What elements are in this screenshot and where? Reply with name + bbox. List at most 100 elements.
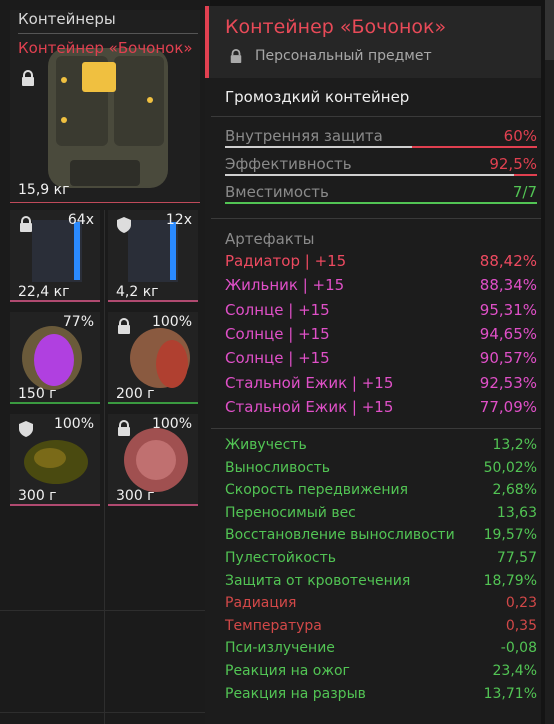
item-type: Громоздкий контейнер [225, 88, 410, 106]
property-row: Вместимость 7/7 [225, 183, 537, 201]
artifact-name: Солнце | +15 [225, 300, 330, 319]
title-separator [18, 33, 198, 34]
slot-underline [108, 504, 198, 506]
slot-count: 64x [67, 212, 94, 228]
slot-underline [108, 300, 198, 302]
slot-weight: 300 г [116, 488, 155, 504]
stat-row: Восстановление выносливости 19,57% [225, 527, 537, 543]
artifact-row: Солнце | +15 95,31% [225, 301, 537, 319]
stat-value: 18,79% [483, 572, 537, 589]
artifact-slot[interactable]: 100% 300 г [10, 414, 100, 506]
slot-weight: 4,2 кг [116, 284, 159, 300]
property-bar [225, 202, 537, 204]
property-row: Эффективность 92,5% [225, 155, 537, 173]
artifact-row: Солнце | +15 90,57% [225, 349, 537, 367]
stat-row: Пулестойкость 77,57 [225, 550, 537, 566]
slot-count: 100% [151, 314, 192, 330]
stat-name: Пси-излучение [225, 640, 335, 657]
stat-row: Выносливость 50,02% [225, 460, 537, 476]
artifact-name: Стальной Ежик | +15 [225, 373, 394, 392]
property-bar-rest [513, 174, 537, 176]
grid-divider [0, 712, 210, 713]
stat-value: 50,02% [483, 459, 537, 476]
lock-icon [20, 216, 32, 232]
selected-container-slot[interactable]: Контейнеры Контейнер «Бочонок» 15,9 кг [10, 10, 200, 203]
stat-row: Живучесть 13,2% [225, 437, 537, 453]
slot-count: 77% [62, 314, 94, 330]
shield-icon [19, 421, 33, 437]
artifact-name: Радиатор | +15 [225, 252, 347, 270]
artifact-name: Солнце | +15 [225, 349, 330, 368]
tooltip-title: Контейнер «Бочонок» [225, 16, 447, 38]
property-bar-rest [412, 146, 537, 148]
artifact-row: Радиатор | +15 88,42% [225, 252, 537, 270]
scrollbar-thumb[interactable] [545, 0, 554, 60]
stat-name: Реакция на разрыв [225, 685, 366, 702]
divider [211, 116, 541, 117]
artifact-row: Стальной Ежик | +15 92,53% [225, 374, 537, 392]
artifact-value: 88,34% [479, 276, 537, 295]
stat-value: 0,23 [505, 595, 537, 612]
lock-icon [118, 420, 130, 436]
stat-value: 13,2% [492, 437, 537, 453]
property-bar-fill [225, 146, 413, 148]
stat-row: Радиация 0,23 [225, 595, 537, 611]
property-bar [225, 174, 537, 176]
property-name: Внутренняя защита [225, 127, 383, 145]
stat-value: 0,35 [505, 617, 537, 634]
artifact-name: Жильник | +15 [225, 276, 345, 295]
stat-name: Скорость передвижения [225, 482, 408, 499]
lock-icon [230, 49, 242, 63]
stat-name: Живучесть [225, 437, 307, 453]
slot-count: 100% [151, 416, 192, 432]
stat-name: Восстановление выносливости [225, 527, 455, 544]
section-title: Контейнеры [18, 10, 116, 28]
artifact-row: Жильник | +15 88,34% [225, 276, 537, 294]
stat-name: Защита от кровотечения [225, 572, 411, 589]
lock-icon [22, 70, 34, 86]
artifact-slot[interactable]: 77% 150 г [10, 312, 100, 404]
container-slot[interactable]: 12x 4,2 кг [108, 210, 198, 302]
item-tooltip: Контейнер «Бочонок» Персональный предмет… [205, 6, 541, 724]
artifact-value: 88,42% [479, 252, 537, 270]
stat-value: 77,57 [496, 550, 537, 566]
property-bar-fill [225, 174, 514, 176]
selected-container-name: Контейнер «Бочонок» [18, 39, 193, 57]
artifact-slot[interactable]: 100% 300 г [108, 414, 198, 506]
inventory-panel: Контейнеры Контейнер «Бочонок» 15,9 кг 6… [0, 0, 210, 724]
tooltip-subtitle: Персональный предмет [255, 48, 432, 64]
property-name: Эффективность [225, 155, 352, 173]
stat-name: Реакция на ожог [225, 663, 350, 679]
divider [211, 218, 541, 219]
artifact-row: Солнце | +15 94,65% [225, 325, 537, 343]
slot-weight: 150 г [18, 386, 57, 402]
artifact-slot[interactable]: 100% 200 г [108, 312, 198, 404]
slot-count: 100% [53, 416, 94, 432]
container-slot[interactable]: 64x 22,4 кг [10, 210, 100, 302]
grid-divider [0, 610, 210, 611]
stat-row: Реакция на разрыв 13,71% [225, 686, 537, 702]
stat-value: -0,08 [500, 640, 537, 657]
artifact-name: Солнце | +15 [225, 324, 330, 343]
artifact-value: 92,53% [479, 373, 537, 392]
stat-name: Переносимый вес [225, 504, 356, 521]
scrollbar[interactable] [545, 0, 554, 724]
stat-value: 13,63 [496, 504, 537, 521]
artifact-value: 90,57% [479, 349, 537, 368]
stat-name: Радиация [225, 595, 297, 612]
slot-weight: 300 г [18, 488, 57, 504]
artifact-value: 95,31% [479, 300, 537, 319]
stat-row: Скорость передвижения 2,68% [225, 482, 537, 498]
selected-weight: 15,9 кг [18, 182, 70, 198]
shield-icon [117, 217, 131, 233]
artifacts-header: Артефакты [225, 230, 315, 248]
slot-weight: 22,4 кг [18, 284, 70, 300]
slot-underline [10, 300, 100, 302]
stat-value: 13,71% [483, 685, 537, 702]
stat-name: Температура [225, 617, 322, 634]
property-bar-fill [225, 202, 537, 204]
stat-value: 2,68% [492, 482, 537, 499]
divider [211, 428, 541, 429]
stat-row: Защита от кровотечения 18,79% [225, 573, 537, 589]
slot-count: 12x [165, 212, 192, 228]
